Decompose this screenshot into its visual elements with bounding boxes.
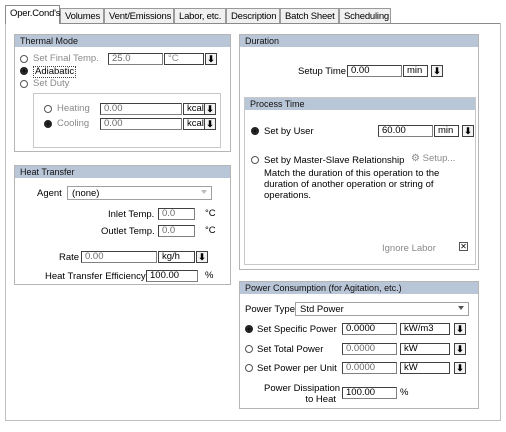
rate-unit[interactable]: kg/h: [158, 251, 195, 263]
duration-title: Duration: [240, 35, 478, 47]
power-type-select[interactable]: Std Power: [295, 302, 469, 316]
adiabatic-label: Adiabatic: [33, 66, 77, 78]
power-dissipation-input[interactable]: 100.00: [342, 387, 397, 399]
heating-unit-dropdown-icon[interactable]: ⬇: [204, 103, 216, 115]
process-time-unit-dropdown-icon[interactable]: ⬇: [462, 125, 474, 137]
tab-description[interactable]: Description: [226, 8, 280, 23]
thermal-mode-panel: Thermal Mode Set Final Temp. 25.0 °C ⬇ A…: [14, 34, 231, 152]
efficiency-input[interactable]: 100.00: [146, 270, 198, 282]
tab-batch-sheet[interactable]: Batch Sheet: [280, 8, 339, 23]
outlet-temp-label: Outlet Temp.: [101, 226, 155, 237]
agent-label: Agent: [37, 188, 62, 199]
specific-power-input[interactable]: 0.0000: [342, 323, 397, 335]
set-by-user-radio[interactable]: [251, 127, 259, 135]
power-type-value: Std Power: [300, 304, 344, 315]
heating-radio[interactable]: [44, 105, 52, 113]
tab-vent-emissions[interactable]: Vent/Emissions: [104, 8, 174, 23]
rate-unit-dropdown-icon[interactable]: ⬇: [196, 251, 208, 263]
frame-bottom: [5, 420, 501, 421]
agent-value: (none): [72, 188, 100, 199]
frame-right: [500, 23, 501, 421]
total-power-label: Set Total Power: [257, 344, 324, 355]
efficiency-label: Heat Transfer Efficiency: [45, 271, 146, 282]
frame-left: [5, 23, 6, 421]
setup-time-input[interactable]: 0.00: [347, 65, 402, 77]
set-final-temp-label: Set Final Temp.: [33, 53, 99, 64]
inlet-temp-input[interactable]: 0.0: [158, 208, 195, 220]
power-per-unit-dropdown-icon[interactable]: ⬇: [454, 362, 466, 374]
specific-power-unit[interactable]: kW/m3: [400, 323, 450, 335]
power-per-unit-label: Set Power per Unit: [257, 363, 337, 374]
cooling-unit-dropdown-icon[interactable]: ⬇: [204, 118, 216, 130]
setup-time-unit[interactable]: min: [403, 65, 428, 77]
setup-button-label: Setup...: [422, 153, 456, 164]
power-consumption-panel: Power Consumption (for Agitation, etc.) …: [239, 281, 479, 409]
ignore-labor-checkbox[interactable]: ✕: [459, 242, 468, 251]
power-dissipation-label-2: to Heat: [305, 394, 336, 405]
power-type-label: Power Type: [245, 304, 295, 315]
cooling-radio[interactable]: [44, 120, 52, 128]
process-time-input[interactable]: 60.00: [378, 125, 433, 137]
specific-power-unit-dropdown-icon[interactable]: ⬇: [454, 323, 466, 335]
master-slave-description: Match the duration of this operation to …: [264, 168, 440, 201]
thermal-mode-title: Thermal Mode: [15, 35, 230, 47]
outlet-temp-input[interactable]: 0.0: [158, 225, 195, 237]
set-final-temp-radio[interactable]: [20, 55, 28, 63]
tab-labor[interactable]: Labor, etc.: [174, 8, 226, 23]
process-time-title: Process Time: [245, 98, 475, 110]
setup-button[interactable]: ⚙ Setup...: [411, 153, 455, 164]
ignore-labor-label: Ignore Labor: [382, 243, 436, 254]
efficiency-unit: %: [205, 270, 214, 281]
set-by-user-label: Set by User: [264, 126, 314, 137]
set-duty-radio[interactable]: [20, 80, 28, 88]
tab-scheduling[interactable]: Scheduling: [339, 8, 391, 23]
process-time-unit[interactable]: min: [434, 125, 459, 137]
tab-volumes[interactable]: Volumes: [60, 8, 104, 23]
inlet-temp-label: Inlet Temp.: [108, 209, 155, 220]
heat-transfer-panel: Heat Transfer Agent (none) Inlet Temp. 0…: [14, 165, 231, 285]
cooling-input[interactable]: 0.00: [100, 118, 182, 130]
power-per-unit-unit[interactable]: kW: [400, 362, 450, 374]
rate-input[interactable]: 0.00: [81, 251, 157, 263]
power-per-unit-input[interactable]: 0.0000: [342, 362, 397, 374]
heat-transfer-title: Heat Transfer: [15, 166, 230, 178]
total-power-radio[interactable]: [245, 345, 253, 353]
inlet-temp-unit: °C: [205, 208, 216, 219]
set-duty-label: Set Duty: [33, 78, 70, 89]
heating-label: Heating: [57, 103, 90, 114]
duration-panel: Duration Setup Time 0.00 min ⬇ Process T…: [239, 34, 479, 270]
final-temp-unit[interactable]: °C: [164, 53, 204, 65]
heating-input[interactable]: 0.00: [100, 103, 182, 115]
total-power-input[interactable]: 0.0000: [342, 343, 397, 355]
tab-oper-conds[interactable]: Oper.Cond's: [5, 5, 61, 24]
outlet-temp-unit: °C: [205, 225, 216, 236]
power-dissipation-label-1: Power Dissipation: [264, 383, 341, 394]
duty-group: Heating 0.00 kcal/h ⬇ Cooling 0.00 kcal/…: [33, 93, 221, 148]
specific-power-label: Set Specific Power: [257, 324, 337, 335]
tab-strip-border: [5, 23, 500, 24]
total-power-unit-dropdown-icon[interactable]: ⬇: [454, 343, 466, 355]
process-time-group: Process Time Set by User 60.00 min ⬇ Set…: [244, 97, 476, 265]
setup-time-unit-dropdown-icon[interactable]: ⬇: [431, 65, 443, 77]
chevron-down-icon: [201, 190, 207, 194]
power-consumption-title: Power Consumption (for Agitation, etc.): [240, 282, 478, 294]
cooling-label: Cooling: [57, 118, 90, 129]
power-per-unit-radio[interactable]: [245, 364, 253, 372]
chevron-down-icon: [458, 306, 464, 310]
agent-select[interactable]: (none): [67, 186, 212, 200]
final-temp-unit-dropdown-icon[interactable]: ⬇: [205, 53, 217, 65]
power-dissipation-unit: %: [400, 387, 409, 398]
master-slave-radio[interactable]: [251, 156, 259, 164]
master-slave-label: Set by Master-Slave Relationship: [264, 155, 405, 166]
adiabatic-radio[interactable]: [20, 67, 28, 75]
specific-power-radio[interactable]: [245, 325, 253, 333]
total-power-unit[interactable]: kW: [400, 343, 450, 355]
gears-icon: ⚙: [411, 153, 420, 164]
final-temp-input[interactable]: 25.0: [108, 53, 163, 65]
setup-time-label: Setup Time: [298, 66, 347, 77]
rate-label: Rate: [59, 252, 80, 263]
